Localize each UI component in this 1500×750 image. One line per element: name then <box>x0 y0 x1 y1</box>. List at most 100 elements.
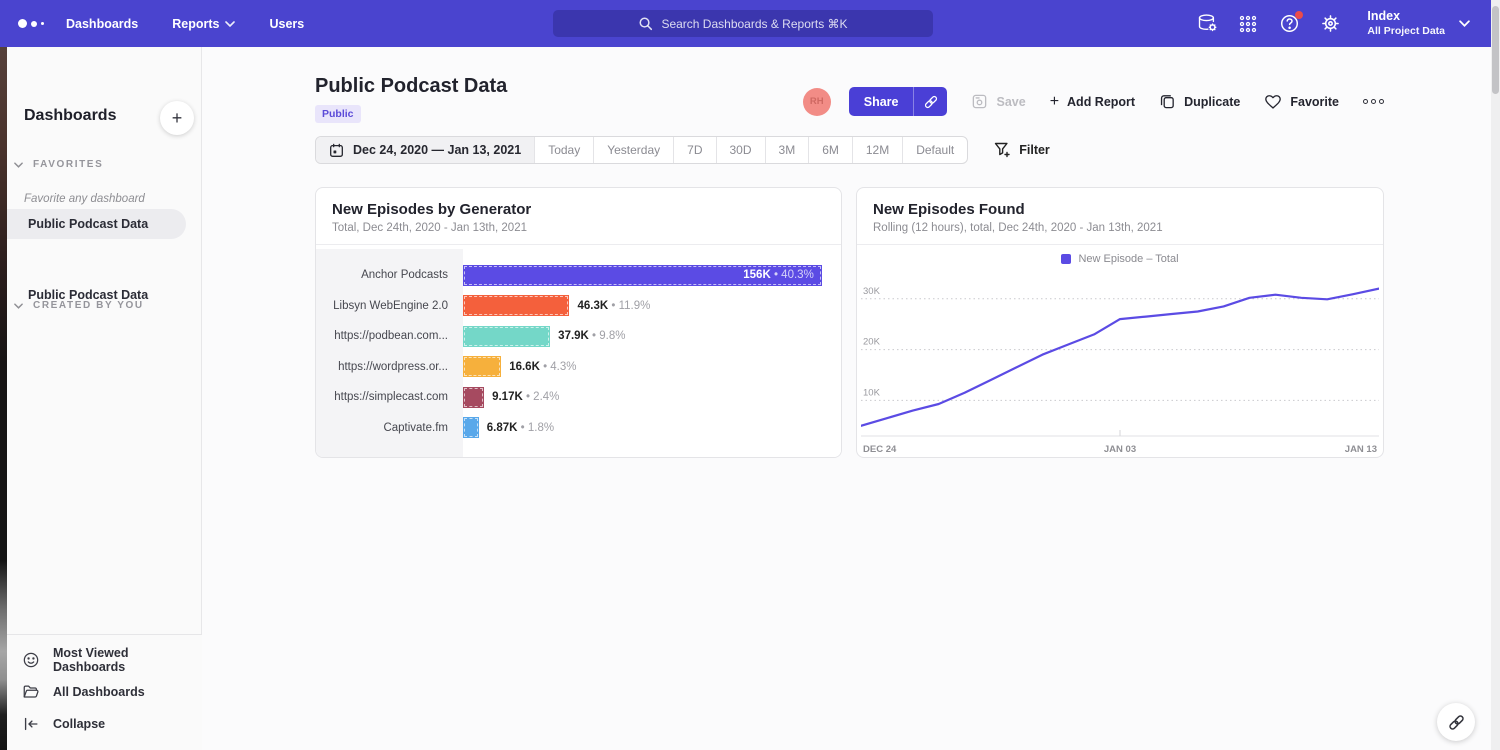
project-scope: All Project Data <box>1367 25 1445 38</box>
help-icon[interactable] <box>1277 12 1301 36</box>
bar-track: 6.87K • 1.8% <box>463 417 841 438</box>
folder-icon <box>22 683 40 701</box>
search-placeholder: Search Dashboards & Reports ⌘K <box>661 17 847 31</box>
background-window-edge <box>0 47 7 750</box>
smiley-icon <box>22 651 40 669</box>
top-navbar: Dashboards Reports Users Search Dashboar… <box>0 0 1500 47</box>
x-axis-tick-label: JAN 03 <box>1104 444 1136 455</box>
app-logo[interactable] <box>18 19 44 28</box>
bar-category-label: https://podbean.com... <box>316 330 463 342</box>
data-sources-icon[interactable] <box>1195 12 1219 36</box>
duplicate-button[interactable]: Duplicate <box>1159 93 1240 110</box>
chart-legend[interactable]: New Episode – Total <box>857 253 1383 265</box>
favorites-empty-text: Favorite any dashboard <box>24 193 145 205</box>
y-axis-tick-label: 10K <box>863 387 881 398</box>
save-button[interactable]: Save <box>971 93 1025 110</box>
bar-segment[interactable] <box>463 417 479 438</box>
bar-row: https://wordpress.or... 16.6K • 4.3% <box>316 352 841 383</box>
x-axis-tick-label: JAN 13 <box>1345 444 1377 455</box>
sidebar-item-public-podcast-data[interactable]: Public Podcast Data <box>0 209 186 239</box>
date-preset-6m[interactable]: 6M <box>808 137 852 163</box>
calendar-icon <box>329 143 344 158</box>
bar-segment[interactable] <box>463 326 550 347</box>
date-preset-3m[interactable]: 3M <box>765 137 809 163</box>
apps-grid-icon[interactable] <box>1236 12 1260 36</box>
bar-value-label: 9.17K • 2.4% <box>492 391 559 403</box>
y-axis-tick-label: 30K <box>863 286 881 297</box>
bar-value-label: 37.9K • 9.8% <box>558 330 625 342</box>
bar-value-label: 6.87K • 1.8% <box>487 422 554 434</box>
main-content: Public Podcast Data Public RH Share Save… <box>202 47 1500 750</box>
date-preset-today[interactable]: Today <box>534 137 593 163</box>
copy-link-fab[interactable] <box>1437 703 1475 741</box>
search-input[interactable]: Search Dashboards & Reports ⌘K <box>553 10 933 37</box>
share-button-group: Share <box>849 87 948 116</box>
date-range-button[interactable]: Dec 24, 2020 — Jan 13, 2021 <box>316 137 534 163</box>
settings-gear-icon[interactable] <box>1318 12 1342 36</box>
favorite-button[interactable]: Favorite <box>1264 93 1339 110</box>
date-preset-30d[interactable]: 30D <box>716 137 765 163</box>
project-name: Index <box>1367 9 1445 25</box>
duplicate-icon <box>1159 93 1176 110</box>
bar-segment[interactable]: 156K • 40.3% <box>463 265 822 286</box>
bar-row: Captivate.fm6.87K • 1.8% <box>316 413 841 444</box>
most-viewed-dashboards-button[interactable]: Most Viewed Dashboards <box>0 644 202 676</box>
all-dashboards-button[interactable]: All Dashboards <box>0 676 202 708</box>
bar-track: 46.3K • 11.9% <box>463 295 841 316</box>
duplicate-label: Duplicate <box>1184 95 1240 109</box>
share-button[interactable]: Share <box>849 87 914 116</box>
sidebar-item-public-podcast-data-created[interactable]: Public Podcast Data <box>0 280 186 310</box>
date-preset-yesterday[interactable]: Yesterday <box>593 137 673 163</box>
scrollbar-thumb[interactable] <box>1492 6 1499 94</box>
y-axis-tick-label: 20K <box>863 337 881 348</box>
sidebar-section-favorites[interactable]: FAVORITES <box>0 159 202 170</box>
bar-row: Anchor Podcasts156K • 40.3% <box>316 260 841 291</box>
bar-segment[interactable] <box>463 295 569 316</box>
bar-track: 37.9K • 9.8% <box>463 326 841 347</box>
line-series-new-episode-total[interactable] <box>861 289 1379 426</box>
bar-value-label: 16.6K • 4.3% <box>509 361 576 373</box>
nav-item-label: Users <box>269 17 304 31</box>
legend-swatch <box>1061 254 1071 264</box>
bar-segment[interactable] <box>463 387 484 408</box>
bar-row: Libsyn WebEngine 2.046.3K • 11.9% <box>316 291 841 322</box>
bar-row: https://simplecast.com 9.17K • 2.4% <box>316 382 841 413</box>
collapse-sidebar-button[interactable]: Collapse <box>0 708 202 740</box>
project-switcher[interactable]: Index All Project Data <box>1367 9 1470 38</box>
bar-category-label: https://wordpress.or... <box>316 361 463 373</box>
bar-category-label: https://simplecast.com <box>316 391 463 403</box>
add-report-button[interactable]: + Add Report <box>1050 94 1135 110</box>
chevron-down-icon <box>14 162 23 168</box>
nav-item-dashboards[interactable]: Dashboards <box>66 17 138 31</box>
date-toolbar: Dec 24, 2020 — Jan 13, 2021 TodayYesterd… <box>315 136 1050 164</box>
date-preset-12m[interactable]: 12M <box>852 137 902 163</box>
date-preset-default[interactable]: Default <box>902 137 967 163</box>
chart-title: New Episodes Found <box>873 201 1367 218</box>
date-preset-7d[interactable]: 7D <box>673 137 715 163</box>
share-label: Share <box>864 95 899 109</box>
notification-dot <box>1295 11 1303 19</box>
nav-item-reports[interactable]: Reports <box>172 17 235 31</box>
bar-chart: Anchor Podcasts156K • 40.3%Libsyn WebEng… <box>316 249 841 457</box>
add-report-label: Add Report <box>1067 95 1135 109</box>
bar-value-label: 156K • 40.3% <box>743 269 814 281</box>
save-label: Save <box>996 95 1025 109</box>
header-actions: RH Share Save + Add Report Duplicate <box>803 87 1384 116</box>
nav-item-users[interactable]: Users <box>269 17 304 31</box>
page-scrollbar[interactable] <box>1491 0 1500 750</box>
save-icon <box>971 93 988 110</box>
more-options-button[interactable] <box>1363 99 1384 104</box>
share-link-button[interactable] <box>913 87 947 116</box>
bar-segment[interactable] <box>463 356 501 377</box>
chart-subtitle: Total, Dec 24th, 2020 - Jan 13th, 2021 <box>332 222 825 234</box>
card-new-episodes-by-generator: New Episodes by Generator Total, Dec 24t… <box>315 187 842 458</box>
avatar[interactable]: RH <box>803 88 831 116</box>
filter-funnel-icon <box>994 142 1011 158</box>
page-title: Public Podcast Data <box>315 75 507 98</box>
chevron-down-icon <box>1459 20 1470 27</box>
filter-button[interactable]: Filter <box>994 142 1050 158</box>
line-chart[interactable]: 10K20K30KDEC 24JAN 03JAN 13 <box>861 271 1379 457</box>
bar-track: 16.6K • 4.3% <box>463 356 841 377</box>
add-dashboard-button[interactable]: + <box>160 101 194 135</box>
avatar-initials: RH <box>810 96 824 107</box>
